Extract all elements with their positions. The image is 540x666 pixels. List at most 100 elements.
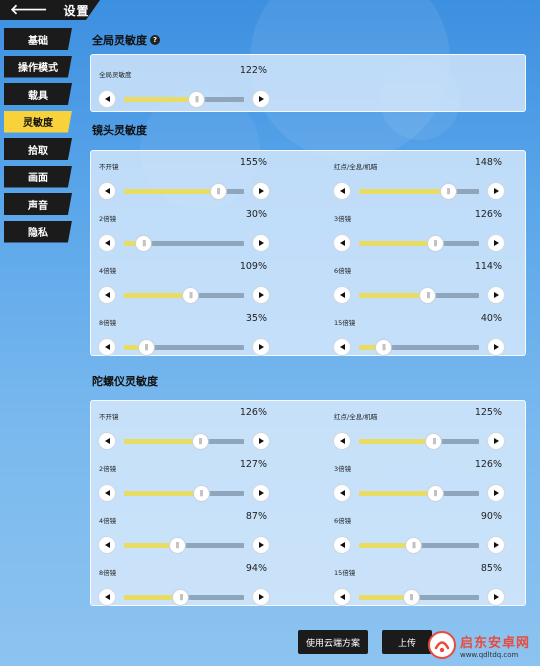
slider-track[interactable]: |||: [359, 486, 479, 501]
sidebar-item-control-mode[interactable]: 操作模式: [4, 55, 72, 78]
slider-value: 114%: [474, 261, 502, 272]
increase-button[interactable]: [253, 235, 269, 251]
slider-track[interactable]: |||: [124, 184, 244, 199]
increase-button[interactable]: [253, 339, 269, 355]
slider-thumb[interactable]: |||: [192, 434, 208, 449]
arrow-right-icon: [493, 490, 499, 496]
arrow-left-icon: [339, 438, 345, 444]
slider-track[interactable]: |||: [124, 288, 244, 303]
increase-button[interactable]: [488, 183, 504, 199]
slider-value: 90%: [480, 511, 502, 522]
decrease-button[interactable]: [99, 287, 115, 303]
slider-thumb[interactable]: |||: [189, 92, 204, 107]
sidebar-item-privacy[interactable]: 隐私: [4, 220, 72, 243]
decrease-button[interactable]: [99, 91, 115, 107]
decrease-button[interactable]: [334, 485, 350, 501]
slider-thumb[interactable]: |||: [173, 590, 189, 605]
slider-thumb[interactable]: |||: [403, 590, 419, 605]
decrease-button[interactable]: [334, 537, 350, 553]
slider-thumb[interactable]: |||: [193, 486, 209, 501]
slider-thumb[interactable]: |||: [169, 538, 185, 553]
slider-label: 4倍镜: [99, 517, 117, 525]
sidebar-item-sound[interactable]: 声音: [4, 193, 72, 215]
sidebar-item-basic[interactable]: 基础: [4, 28, 72, 50]
increase-button[interactable]: [488, 339, 504, 355]
help-icon[interactable]: ?: [150, 35, 160, 45]
slider-label: 8倍镜: [99, 569, 117, 577]
increase-button[interactable]: [253, 485, 269, 501]
use-cloud-scheme-button[interactable]: 使用云端方案: [298, 630, 368, 654]
watermark-logo-icon: [427, 631, 456, 659]
sidebar-item-pickup[interactable]: 拾取: [4, 138, 72, 160]
increase-button[interactable]: [488, 287, 504, 303]
slider-track[interactable]: |||: [359, 538, 479, 553]
decrease-button[interactable]: [99, 433, 115, 449]
decrease-button[interactable]: [334, 339, 350, 355]
decrease-button[interactable]: [99, 537, 115, 553]
increase-button[interactable]: [253, 183, 269, 199]
slider-track[interactable]: |||: [124, 340, 244, 355]
decrease-button[interactable]: [99, 339, 115, 355]
increase-button[interactable]: [253, 433, 269, 449]
slider-thumb[interactable]: |||: [420, 288, 436, 303]
decrease-button[interactable]: [99, 589, 115, 605]
grip-icon: |||: [216, 188, 221, 195]
increase-button[interactable]: [488, 433, 504, 449]
decrease-button[interactable]: [334, 589, 350, 605]
slider-track[interactable]: |||: [359, 288, 479, 303]
increase-button[interactable]: [488, 485, 504, 501]
slider-thumb[interactable]: |||: [406, 538, 421, 553]
slider-thumb[interactable]: |||: [138, 340, 154, 355]
slider-thumb[interactable]: |||: [183, 288, 198, 303]
increase-button[interactable]: [253, 91, 269, 107]
slider-value: 35%: [245, 313, 267, 324]
slider-track[interactable]: |||: [359, 184, 479, 199]
grip-icon: |||: [188, 292, 193, 299]
arrow-right-icon: [258, 594, 264, 600]
increase-button[interactable]: [488, 537, 504, 553]
slider-thumb[interactable]: |||: [427, 486, 443, 501]
sidebar-item-sensitivity[interactable]: 灵敏度: [4, 110, 72, 133]
decrease-button[interactable]: [334, 433, 350, 449]
slider-label: 红点/全息/机瞄: [334, 163, 378, 171]
decrease-button[interactable]: [99, 183, 115, 199]
slider-track[interactable]: |||: [124, 486, 244, 501]
back-arrow-icon[interactable]: 🡐: [10, 3, 48, 17]
slider-track[interactable]: |||: [124, 236, 244, 251]
slider-fill: [359, 491, 435, 496]
arrow-right-icon: [258, 96, 264, 102]
increase-button[interactable]: [253, 287, 269, 303]
increase-button[interactable]: [488, 235, 504, 251]
slider-thumb[interactable]: |||: [376, 340, 391, 355]
arrow-right-icon: [493, 292, 499, 298]
slider-track[interactable]: |||: [359, 236, 479, 251]
increase-button[interactable]: [253, 589, 269, 605]
sidebar-item-graphics[interactable]: 画面: [4, 165, 72, 188]
slider-track[interactable]: |||: [124, 92, 244, 107]
slider-track[interactable]: |||: [124, 538, 244, 553]
decrease-button[interactable]: [334, 235, 350, 251]
slider-track[interactable]: |||: [359, 340, 479, 355]
arrow-left-icon: [104, 292, 110, 298]
slider-thumb[interactable]: |||: [210, 184, 226, 199]
increase-button[interactable]: [488, 589, 504, 605]
slider-thumb[interactable]: |||: [427, 236, 443, 251]
watermark: 启东安卓网 www.qdltdq.com: [427, 628, 530, 662]
slider-thumb[interactable]: |||: [440, 184, 456, 199]
slider-gyro-3x: 3倍镜 126% |||: [334, 459, 504, 503]
slider-track[interactable]: |||: [124, 434, 244, 449]
decrease-button[interactable]: [99, 235, 115, 251]
decrease-button[interactable]: [99, 485, 115, 501]
slider-track[interactable]: |||: [359, 590, 479, 605]
slider-thumb[interactable]: |||: [426, 434, 442, 449]
decrease-button[interactable]: [334, 183, 350, 199]
slider-thumb[interactable]: |||: [136, 236, 152, 251]
decrease-button[interactable]: [334, 287, 350, 303]
increase-button[interactable]: [253, 537, 269, 553]
slider-camera-red-dot: 红点/全息/机瞄 148% |||: [334, 157, 504, 201]
sidebar-item-vehicle[interactable]: 载具: [4, 83, 72, 105]
upload-button[interactable]: 上传: [382, 630, 432, 654]
gyro-sensitivity-title-text: 陀螺仪灵敏度: [92, 375, 158, 388]
slider-track[interactable]: |||: [124, 590, 244, 605]
slider-track[interactable]: |||: [359, 434, 479, 449]
